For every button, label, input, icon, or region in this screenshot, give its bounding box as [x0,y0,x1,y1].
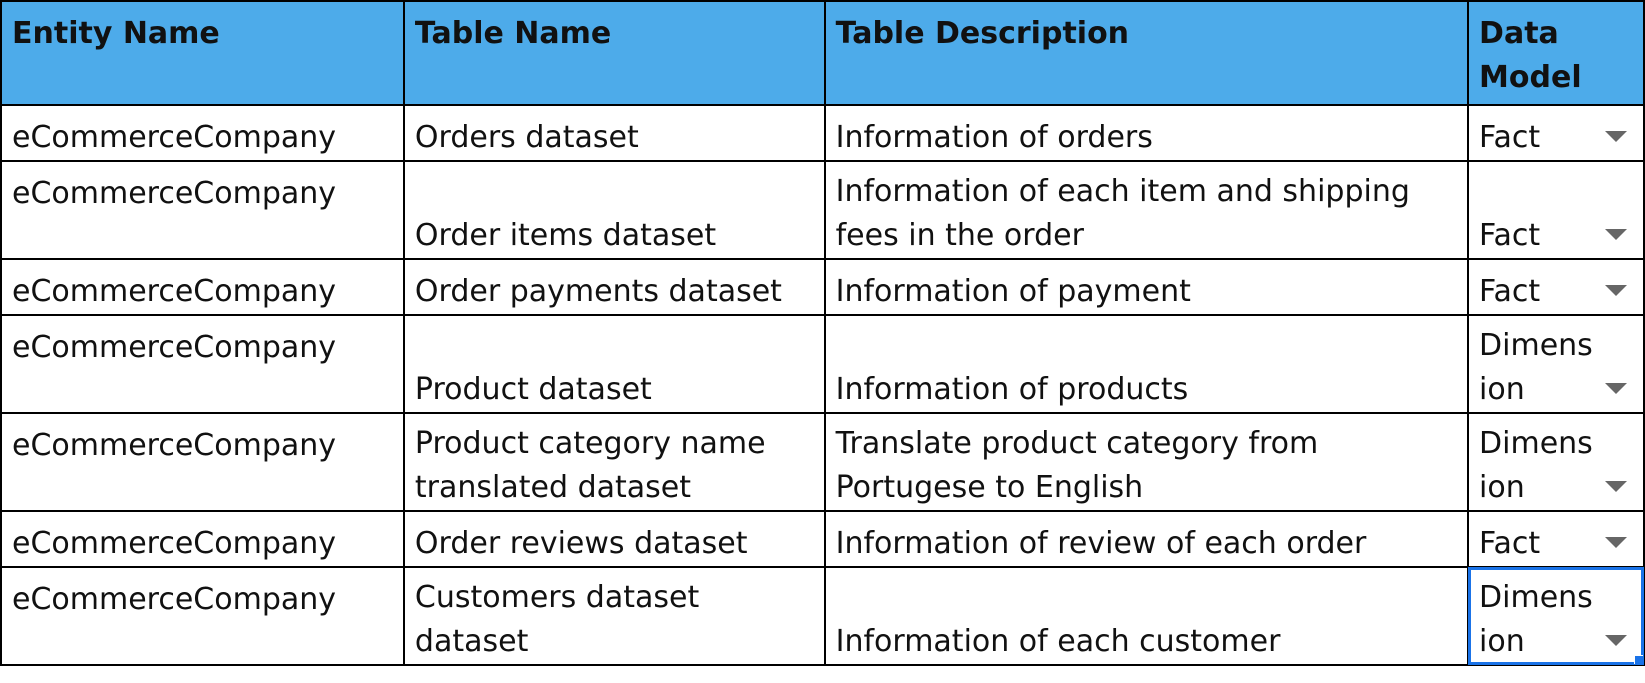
table-row: eCommerceCompany Order reviews dataset Inf… [0,510,1645,568]
cell-data-model-dropdown[interactable]: Fact [1467,104,1645,162]
cell-data-model-dropdown-text: Fact [1479,218,1541,253]
cell-data-model-dropdown-text: Fact [1479,120,1541,155]
cell-table-description-text: Information of orders [835,120,1153,155]
cell-table-name[interactable]: Orders dataset [402,104,826,162]
chevron-down-icon[interactable] [1605,285,1627,296]
cell-data-model-dropdown-text: Fact [1479,526,1541,561]
cell-table-name[interactable]: Product category name translated dataset [402,412,826,512]
cell-table-description-text: Information of each item and shipping fe… [835,174,1410,253]
cell-data-model-dropdown-text: Dimension [1479,328,1593,407]
cell-table-name-text: Order reviews dataset [414,526,748,561]
data-table: Entity Name Table Name Table Description… [0,0,1645,666]
table-row: eCommerceCompany Orders dataset Informatio… [0,104,1645,162]
spreadsheet-view: Entity Name Table Name Table Description… [0,0,1645,683]
cell-table-description-text: Information of payment [835,274,1191,309]
header-row: Entity Name Table Name Table Description… [0,0,1645,106]
cell-data-model-dropdown[interactable]: Dimension [1467,566,1645,666]
cell-table-name[interactable]: Order payments dataset [402,258,826,316]
cell-entity-name-text: eCommerceCompany [12,274,337,309]
cell-data-model-dropdown-text: Dimension [1479,426,1593,505]
cell-data-model-dropdown[interactable]: Dimension [1467,314,1645,414]
header-table-description[interactable]: Table Description [823,0,1470,106]
chevron-down-icon[interactable] [1605,537,1627,548]
cell-table-name-text: Order items dataset [414,218,717,253]
cell-entity-name-text: eCommerceCompany [12,428,337,463]
cell-entity-name-text: eCommerceCompany [12,526,337,561]
cell-table-description[interactable]: Information of each item and shipping fe… [823,160,1470,260]
cell-table-name[interactable]: Order items dataset [402,160,826,260]
cell-table-description-text: Information of each customer [835,624,1281,659]
table-row: eCommerceCompany Order payments dataset In… [0,258,1645,316]
cell-table-name-text: Order payments dataset [414,274,782,309]
cell-table-description-text: Information of review of each order [835,526,1367,561]
table-row: eCommerceCompany Customers dataset datase… [0,566,1645,666]
cell-table-description[interactable]: Information of orders [823,104,1470,162]
cell-entity-name-text: eCommerceCompany [12,330,337,365]
cell-data-model-dropdown[interactable]: Fact [1467,510,1645,568]
cell-table-name[interactable]: Customers dataset dataset [402,566,826,666]
cell-table-description[interactable]: Information of products [823,314,1470,414]
header-data-model[interactable]: Data Model [1467,0,1645,106]
cell-entity-name[interactable]: eCommerceCompany [0,412,405,512]
cell-data-model-dropdown[interactable]: Fact [1467,160,1645,260]
cell-entity-name[interactable]: eCommerceCompany [0,160,405,260]
cell-entity-name[interactable]: eCommerceCompany [0,314,405,414]
cell-entity-name[interactable]: eCommerceCompany [0,566,405,666]
chevron-down-icon[interactable] [1605,635,1627,646]
cell-table-name-text: Orders dataset [414,120,639,155]
cell-entity-name-text: eCommerceCompany [12,582,337,617]
cell-data-model-dropdown-text: Dimension [1479,580,1593,659]
table-row: eCommerceCompany Product category name tr… [0,412,1645,512]
cell-entity-name-text: eCommerceCompany [12,120,337,155]
cell-table-description-text: Translate product category from Portuges… [835,426,1319,505]
cell-data-model-dropdown[interactable]: Dimension [1467,412,1645,512]
cell-table-name[interactable]: Order reviews dataset [402,510,826,568]
cell-table-name-text: Product dataset [414,372,652,407]
cell-data-model-dropdown-text: Fact [1479,274,1541,309]
cell-table-description[interactable]: Information of review of each order [823,510,1470,568]
cell-table-name-text: Customers dataset dataset [414,580,700,659]
table-row: eCommerceCompany Product dataset Informati… [0,314,1645,414]
cell-table-description[interactable]: Information of payment [823,258,1470,316]
cell-entity-name[interactable]: eCommerceCompany [0,258,405,316]
cell-entity-name[interactable]: eCommerceCompany [0,510,405,568]
cell-table-description-text: Information of products [835,372,1189,407]
cell-entity-name[interactable]: eCommerceCompany [0,104,405,162]
header-table-name[interactable]: Table Name [402,0,826,106]
cell-table-description[interactable]: Information of each customer [823,566,1470,666]
cell-table-description[interactable]: Translate product category from Portuges… [823,412,1470,512]
header-entity-name[interactable]: Entity Name [0,0,405,106]
table-row: eCommerceCompany Order items dataset Infor… [0,160,1645,260]
chevron-down-icon[interactable] [1605,131,1627,142]
cell-table-name[interactable]: Product dataset [402,314,826,414]
cell-data-model-dropdown[interactable]: Fact [1467,258,1645,316]
cell-entity-name-text: eCommerceCompany [12,176,337,211]
cell-table-name-text: Product category name translated dataset [414,426,766,505]
chevron-down-icon[interactable] [1605,229,1627,240]
chevron-down-icon[interactable] [1605,383,1627,394]
chevron-down-icon[interactable] [1605,481,1627,492]
